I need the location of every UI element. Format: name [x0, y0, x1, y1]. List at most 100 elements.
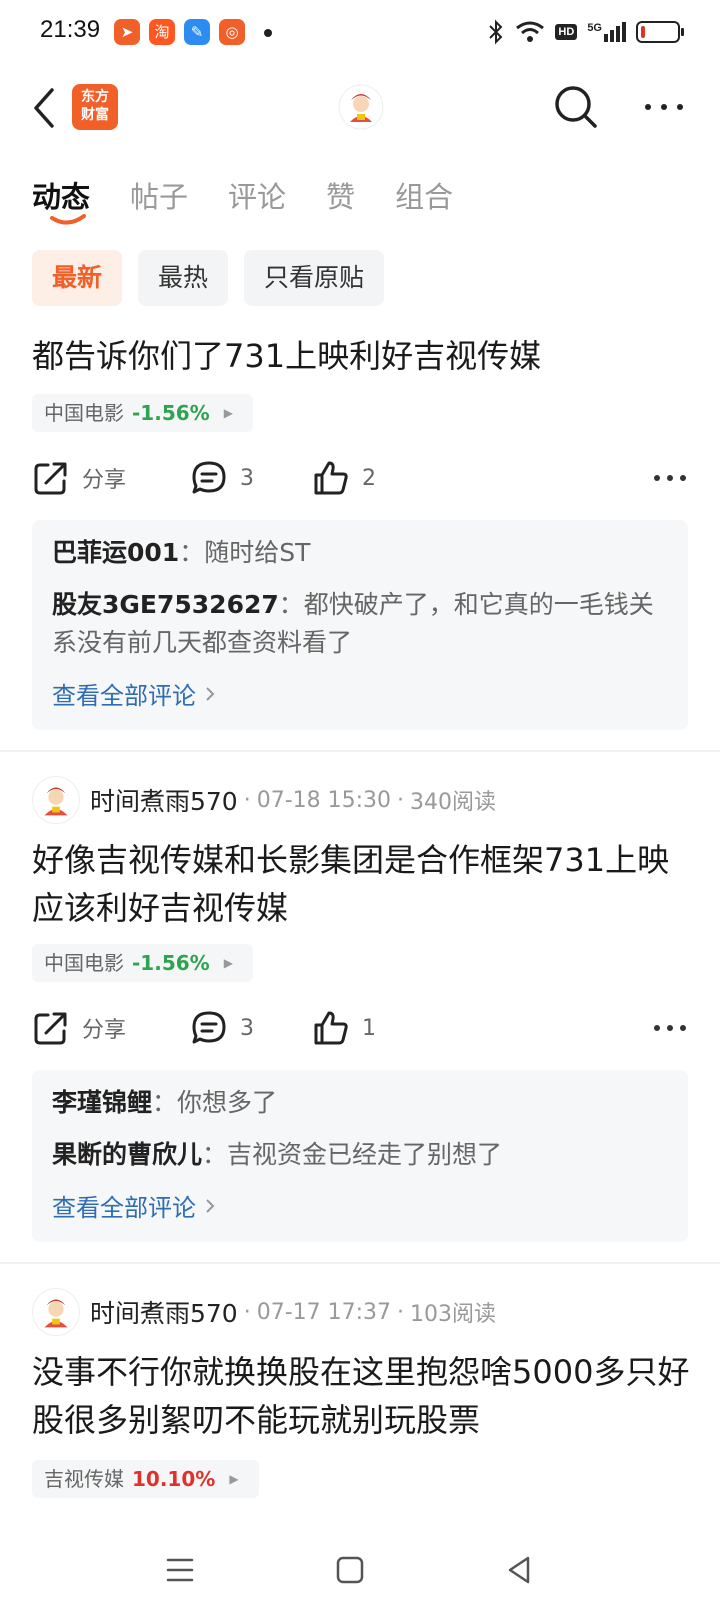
back-triangle-icon[interactable] [502, 1552, 538, 1588]
status-bar: 21:39 ➤ 淘 ✎ ◎ HD 5G [0, 0, 720, 64]
share-icon [34, 1012, 67, 1045]
status-time: 21:39 [40, 16, 101, 43]
tab-posts[interactable]: 帖子 [130, 168, 188, 228]
tab-likes[interactable]: 赞 [326, 168, 355, 228]
view-all-label: 查看全部评论 [52, 682, 196, 710]
comment-icon [192, 1011, 226, 1044]
like-count: 2 [362, 465, 376, 491]
comment-author[interactable]: 股友3GE7532627 [52, 590, 279, 619]
comment-item[interactable]: 巴菲运001：随时给ST [52, 534, 668, 572]
search-icon[interactable] [552, 82, 600, 132]
post-meta: 时间煮雨570 · 07-17 17:37 · 103阅读 [32, 1288, 496, 1336]
tab-bar: 动态 帖子 评论 赞 组合 [32, 168, 453, 228]
view-all-comments-link[interactable]: 查看全部评论 [52, 676, 668, 711]
active-tab-indicator [50, 214, 86, 225]
comment-text: 吉视资金已经走了别想了 [227, 1140, 503, 1169]
post-more-icon[interactable] [652, 460, 688, 496]
comment-item[interactable]: 果断的曹欣儿：吉视资金已经走了别想了 [52, 1136, 668, 1174]
filter-hot[interactable]: 最热 [138, 250, 229, 306]
meta-sep: · [243, 787, 251, 813]
triangle-right-icon: ▶ [223, 406, 233, 420]
tab-label: 评论 [228, 180, 287, 214]
view-all-comments-link[interactable]: 查看全部评论 [52, 1188, 668, 1223]
comment-author[interactable]: 巴菲运001 [52, 538, 179, 567]
post-card: 时间煮雨570 · 07-18 15:30 · 340阅读 好像吉视传媒和长影集… [0, 776, 720, 1276]
author-avatar[interactable] [32, 1288, 80, 1336]
menu-icon[interactable] [162, 1552, 198, 1588]
chevron-right-icon [206, 686, 215, 701]
post-title[interactable]: 好像吉视传媒和长影集团是合作框架731上映应该利好吉视传媒 [32, 836, 692, 932]
post-more-icon[interactable] [652, 1010, 688, 1046]
header: 东方 财富 [0, 64, 720, 154]
filter-bar: 最新 最热 只看原贴 [32, 250, 385, 306]
comment-sep: ： [202, 1140, 228, 1169]
tab-portfolio[interactable]: 组合 [395, 168, 453, 228]
back-icon[interactable] [28, 84, 64, 132]
tab-label: 帖子 [130, 180, 189, 214]
comment-sep: ： [179, 538, 205, 567]
post-time: 07-17 17:37 [256, 1299, 392, 1325]
thumbs-up-icon [314, 461, 348, 495]
comments-preview: 巴菲运001：随时给ST 股友3GE7532627：都快破产了，和它真的一毛钱关… [32, 520, 688, 730]
user-avatar[interactable] [338, 84, 384, 130]
comment-text: 你想多了 [177, 1088, 278, 1117]
comment-item[interactable]: 股友3GE7532627：都快破产了，和它真的一毛钱关系没有前几天都查资料看了 [52, 586, 668, 662]
author-name[interactable]: 时间煮雨570 [90, 1294, 238, 1330]
tab-dynamic[interactable]: 动态 [32, 168, 90, 228]
like-button[interactable]: 1 [312, 1006, 376, 1050]
comment-count: 3 [240, 1015, 254, 1041]
comment-text: 随时给ST [204, 538, 311, 567]
divider [0, 1262, 720, 1264]
network-label: 5G [587, 22, 602, 34]
tab-comments[interactable]: 评论 [228, 168, 286, 228]
tab-label: 动态 [32, 180, 91, 214]
stock-change: -1.56% [132, 401, 210, 425]
post-card: 都告诉你们了731上映利好吉视传媒 中国电影 -1.56% ▶ 分享 3 2 巴… [0, 320, 720, 750]
post-title[interactable]: 没事不行你就换换股在这里抱怨啥5000多只好股很多别絮叨不能玩就别玩股票 [32, 1348, 692, 1444]
comment-item[interactable]: 李瑾锦鲤：你想多了 [52, 1084, 668, 1122]
comment-sep: ： [278, 590, 304, 619]
taobao-app-icon: 淘 [149, 19, 175, 45]
comment-icon [192, 461, 226, 494]
grid-app-icon: ◎ [219, 19, 245, 45]
filter-original-only[interactable]: 只看原贴 [244, 250, 385, 306]
tab-label: 赞 [326, 180, 356, 214]
comment-author[interactable]: 果断的曹欣儿 [52, 1140, 202, 1169]
author-avatar[interactable] [32, 776, 80, 824]
bluetooth-icon [489, 19, 503, 45]
stock-change: 10.10% [132, 1467, 216, 1491]
battery-icon [636, 21, 684, 43]
share-label: 分享 [82, 1018, 127, 1043]
divider [0, 750, 720, 752]
post-title[interactable]: 都告诉你们了731上映利好吉视传媒 [32, 332, 692, 380]
home-icon[interactable] [332, 1552, 368, 1588]
triangle-right-icon: ▶ [223, 956, 233, 970]
view-all-label: 查看全部评论 [52, 1194, 196, 1222]
more-icon[interactable] [642, 92, 686, 122]
share-button[interactable]: 分享 [32, 456, 126, 500]
comment-button[interactable]: 3 [190, 1006, 254, 1050]
author-name[interactable]: 时间煮雨570 [90, 782, 238, 818]
comment-author[interactable]: 李瑾锦鲤 [52, 1088, 152, 1117]
system-nav-bar [0, 1530, 720, 1612]
thumbs-up-icon [314, 1011, 348, 1045]
post-time: 07-18 15:30 [256, 787, 392, 813]
comments-preview: 李瑾锦鲤：你想多了 果断的曹欣儿：吉视资金已经走了别想了 查看全部评论 [32, 1070, 688, 1242]
share-icon [34, 462, 67, 495]
stock-tag[interactable]: 中国电影 -1.56% ▶ [32, 944, 253, 982]
comment-count: 3 [240, 465, 254, 491]
like-button[interactable]: 2 [312, 456, 376, 500]
meta-sep: · [243, 1299, 251, 1325]
comment-button[interactable]: 3 [190, 456, 254, 500]
stock-tag[interactable]: 吉视传媒 10.10% ▶ [32, 1460, 259, 1498]
hd-badge: HD [555, 24, 578, 40]
post-actions: 分享 3 1 [32, 1006, 688, 1050]
post-actions: 分享 3 2 [32, 456, 688, 500]
triangle-right-icon: ▶ [229, 1472, 239, 1486]
wifi-icon [516, 21, 545, 42]
tab-label: 组合 [395, 180, 454, 214]
read-count: 103阅读 [410, 1302, 497, 1327]
stock-tag[interactable]: 中国电影 -1.56% ▶ [32, 394, 253, 432]
share-button[interactable]: 分享 [32, 1006, 126, 1050]
filter-latest[interactable]: 最新 [32, 250, 123, 306]
